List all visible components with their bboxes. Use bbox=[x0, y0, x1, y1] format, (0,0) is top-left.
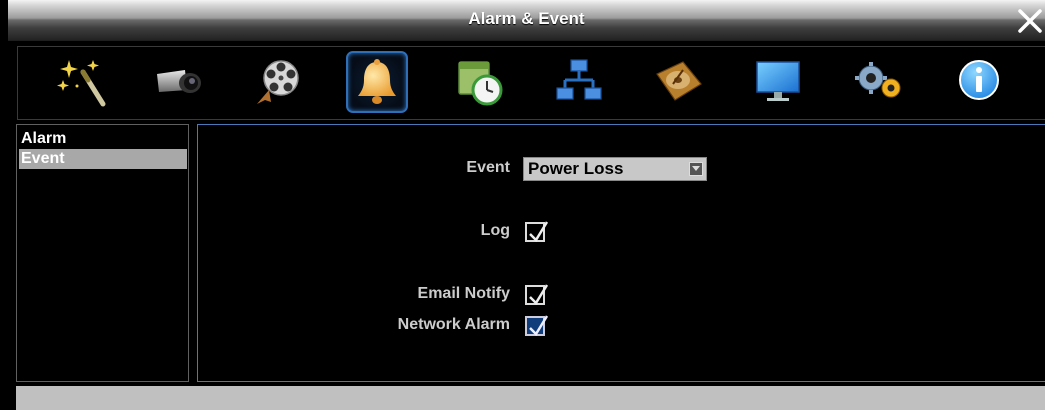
system-settings-button[interactable] bbox=[848, 51, 910, 113]
sidebar-item-event[interactable]: Event bbox=[19, 149, 187, 169]
wizard-button[interactable] bbox=[50, 51, 112, 113]
event-select[interactable]: Power Loss bbox=[523, 157, 707, 181]
log-label: Log bbox=[480, 222, 510, 239]
alarm-event-button[interactable] bbox=[346, 51, 408, 113]
hard-disk-icon bbox=[656, 61, 702, 101]
network-icon bbox=[556, 59, 602, 100]
network-alarm-checkbox[interactable] bbox=[525, 315, 549, 337]
info-button[interactable] bbox=[948, 51, 1010, 113]
log-checkbox[interactable] bbox=[525, 221, 549, 243]
event-select-value: Power Loss bbox=[528, 159, 624, 178]
toolbar bbox=[8, 40, 1045, 122]
camera-icon bbox=[157, 70, 201, 93]
schedule-clock-icon bbox=[458, 61, 503, 106]
playback-button[interactable] bbox=[248, 51, 310, 113]
sidebar-item-alarm[interactable]: Alarm bbox=[19, 129, 187, 149]
category-list: Alarm Event bbox=[16, 124, 189, 382]
film-reel-icon bbox=[257, 60, 299, 104]
schedule-button[interactable] bbox=[448, 51, 510, 113]
bell-alarm-icon bbox=[358, 59, 396, 104]
settings-gears-icon bbox=[855, 62, 901, 98]
checkmark-icon bbox=[529, 315, 549, 337]
wizard-wand-icon bbox=[57, 60, 106, 107]
chevron-down-icon[interactable] bbox=[689, 162, 703, 176]
status-bar bbox=[16, 386, 1045, 410]
checkmark-icon bbox=[529, 284, 549, 306]
monitor-icon bbox=[756, 61, 800, 101]
info-icon bbox=[959, 60, 999, 100]
window-title: Alarm & Event bbox=[468, 9, 585, 28]
email-notify-checkbox[interactable] bbox=[525, 284, 549, 306]
network-alarm-label: Network Alarm bbox=[397, 316, 510, 333]
close-icon[interactable] bbox=[1013, 4, 1045, 36]
checkmark-icon bbox=[529, 221, 549, 243]
email-notify-label: Email Notify bbox=[417, 285, 510, 302]
camera-button[interactable] bbox=[148, 51, 210, 113]
storage-button[interactable] bbox=[648, 51, 710, 113]
display-button[interactable] bbox=[748, 51, 810, 113]
event-settings-panel: Event Power Loss Log Email Notify Networ… bbox=[197, 124, 1045, 382]
title-bar: Alarm & Event bbox=[8, 0, 1045, 40]
network-button[interactable] bbox=[548, 51, 610, 113]
event-label: Event bbox=[466, 159, 510, 176]
